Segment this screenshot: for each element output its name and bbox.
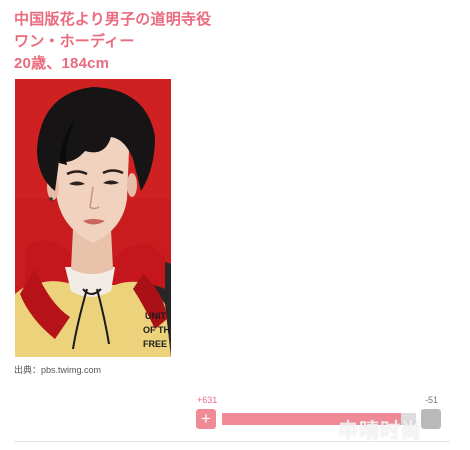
title-line-2: ワン・ホーディー [14, 33, 135, 50]
title-line-3: 20歳、184cm [14, 55, 110, 72]
sweater-text-1: UNIT [145, 311, 166, 321]
plus-vote-button[interactable]: + [196, 409, 216, 429]
minus-vote-count: -51 [425, 395, 439, 405]
portrait-photo[interactable]: UNIT OF TH FREE [15, 79, 171, 357]
title-line-1: 中国版花より男子の道明寺役 [14, 11, 212, 28]
article-title: 中国版花より男子の道明寺役 ワン・ホーディー 20歳、184cm [14, 9, 211, 75]
portrait-illustration: UNIT OF TH FREE [15, 79, 171, 357]
plus-icon: + [201, 409, 211, 428]
minus-vote-button[interactable] [421, 409, 441, 429]
section-divider [14, 441, 450, 442]
sweater-text-3: FREE [143, 339, 167, 349]
plus-vote-count: +631 [197, 395, 218, 405]
article-page: 中国版花より男子の道明寺役 ワン・ホーディー 20歳、184cm UNIT OF… [0, 0, 470, 450]
watermark-text: 申晴时尚 [338, 420, 422, 442]
image-source-caption: 出典：pbs.twimg.com [14, 365, 102, 375]
sweater-text-2: OF TH [143, 325, 170, 335]
